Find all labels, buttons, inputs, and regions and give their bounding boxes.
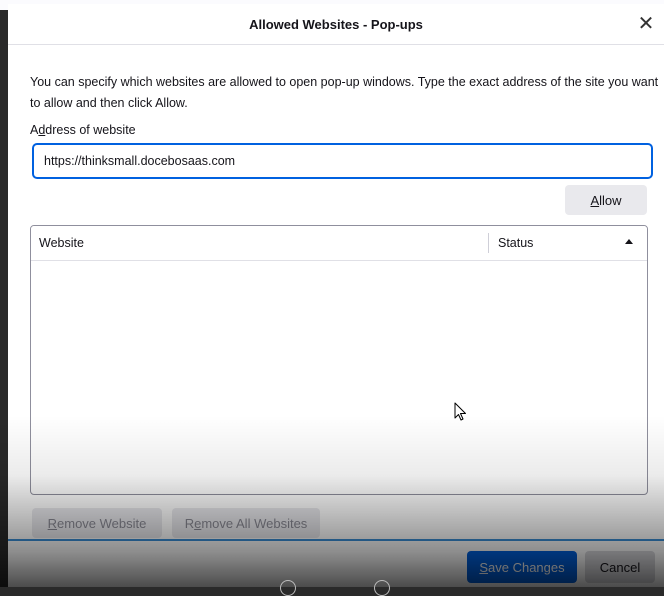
allowed-websites-dialog: Allowed Websites - Pop-ups ✕ You can spe… — [8, 4, 664, 587]
allow-mnemonic: A — [590, 192, 600, 208]
dialog-titlebar: Allowed Websites - Pop-ups ✕ — [8, 4, 664, 45]
intro-text: You can specify which websites are allow… — [30, 75, 659, 110]
save-mnemonic: S — [479, 559, 489, 575]
remove-all-post: move All Websites — [201, 515, 308, 531]
column-separator[interactable] — [488, 233, 489, 253]
media-control-icon[interactable] — [280, 580, 296, 596]
media-controls — [280, 580, 400, 596]
address-label: Address of website — [30, 123, 136, 137]
close-icon[interactable]: ✕ — [634, 12, 658, 36]
remove-website-button[interactable]: Remove Website — [32, 508, 162, 538]
websites-table[interactable]: Website Status — [30, 225, 648, 495]
dialog-title: Allowed Websites - Pop-ups — [249, 17, 423, 32]
cancel-button[interactable]: Cancel — [585, 551, 655, 583]
remove-website-mnemonic: R — [47, 515, 58, 531]
allow-label-rest: llow — [599, 192, 622, 208]
remove-all-pre: R — [184, 515, 195, 531]
save-label-rest: ave Changes — [488, 559, 565, 575]
column-header-website[interactable]: Website — [39, 236, 84, 250]
address-label-post: dress of website — [45, 123, 136, 137]
remove-website-label-rest: emove Website — [57, 515, 147, 531]
remove-all-websites-button[interactable]: Remove All Websites — [172, 508, 320, 538]
footer-separator — [8, 539, 664, 541]
sort-ascending-icon[interactable] — [625, 239, 633, 244]
save-changes-button[interactable]: Save Changes — [467, 551, 577, 583]
remove-buttons-row: Remove Website Remove All Websites — [8, 508, 664, 538]
table-header: Website Status — [31, 226, 647, 261]
allow-button[interactable]: Allow — [565, 185, 647, 215]
column-header-status[interactable]: Status — [498, 236, 533, 250]
address-input[interactable] — [33, 144, 652, 178]
mouse-pointer-icon — [454, 402, 466, 421]
media-control-icon[interactable] — [374, 580, 390, 596]
